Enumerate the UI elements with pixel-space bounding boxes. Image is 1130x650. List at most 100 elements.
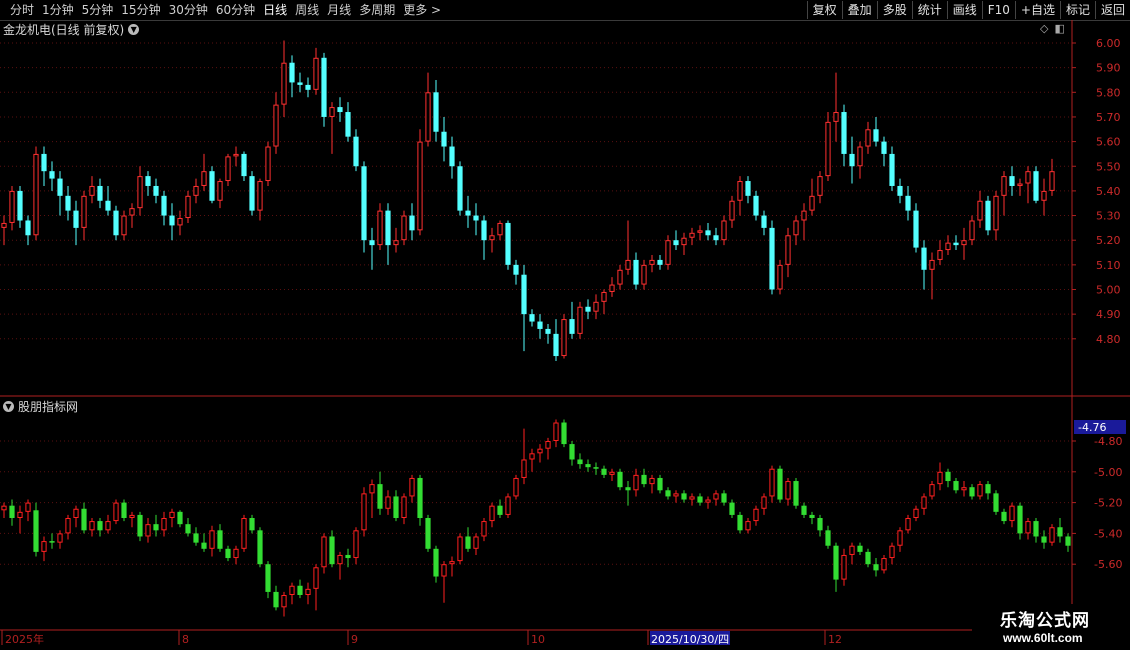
price-candle-body [161,195,167,216]
price-candle-body [641,264,647,285]
indicator-candle-body [833,545,839,580]
indicator-candle-body [569,444,575,460]
indicator-candle-body [329,536,335,565]
y-tick-label: 5.30 [1096,210,1121,223]
indicator-candle-body [521,459,527,478]
indicator-candle-body [393,496,399,518]
indicator-candle-body [281,595,287,608]
price-candle-body [625,259,631,270]
price-candle-body [377,210,383,246]
indicator-candle-body [553,422,559,441]
indicator-candle-body [489,505,495,522]
indicator-candle-body [457,536,463,562]
indicator-candle-body [105,521,111,531]
price-candle-body [953,242,959,246]
indicator-candle-body [289,585,295,596]
price-candle-body [713,235,719,241]
indicator-candle-body [761,496,767,509]
price-candle-body [593,301,599,312]
indicator-candle-body [305,588,311,596]
indicator-candle-body [73,508,79,519]
indicator-candle-body [1033,521,1039,537]
indicator-candle-body [41,541,47,552]
indicator-candle-body [689,496,695,500]
indicator-candle-body [273,591,279,608]
indicator-candle-body [353,530,359,559]
price-candle-body [353,136,359,167]
indicator-candle-body [409,477,415,497]
price-candle-body [193,185,199,196]
indicator-candle-body [889,545,895,559]
price-candle-body [57,178,63,196]
price-candle-body [497,222,503,236]
indicator-candle-body [713,493,719,500]
price-candle-body [1001,176,1007,196]
price-candle-body [241,153,247,177]
indicator-candle-body [1049,527,1055,543]
indicator-candle-body [969,487,975,497]
indicator-candle-body [297,585,303,595]
price-candle-body [753,195,759,216]
indicator-candle-body [121,502,127,518]
indicator-candle-body [97,521,103,531]
price-candle-body [281,62,287,105]
indicator-candle-body [321,536,327,568]
indicator-candle-body [697,496,703,503]
price-candle-body [673,240,679,246]
indicator-candle-body [417,477,423,518]
indicator-candle-body [825,530,831,546]
indicator-candle-body [657,477,663,491]
y-tick-label: 5.60 [1096,136,1121,149]
price-candle-body [97,185,103,201]
indicator-candle-body [425,518,431,549]
indicator-candle-body [545,441,551,449]
indicator-candle-body [673,493,679,497]
price-candle-body [985,200,991,231]
price-candle-body [553,333,559,357]
price-candle-body [1,222,7,228]
price-candle-body [905,195,911,211]
price-candle-body [889,153,895,186]
price-candle-body [801,210,807,221]
y-tick-label: 4.90 [1096,308,1121,321]
indicator-candle-body [881,558,887,571]
indicator-candle-body [961,487,967,491]
price-candle-body [681,237,687,246]
price-candle-body [417,141,423,231]
price-candle-body [545,328,551,334]
price-candle-body [169,215,175,226]
price-candle-body [913,210,919,248]
price-candle-body [65,195,71,211]
price-candle-body [993,195,999,231]
price-candle-body [881,141,887,154]
price-candle-body [441,131,447,147]
price-candle-body [385,210,391,246]
indicator-candle-body [609,471,615,475]
indicator-candle-body [625,487,631,491]
indicator-candle-body [153,524,159,531]
price-candle-body [289,62,295,83]
y-tick-label: 5.10 [1096,259,1121,272]
price-candle-body [689,232,695,238]
indicator-candle-body [993,493,999,512]
indicator-tick-label: -5.60 [1094,558,1122,571]
indicator-candle-body [913,508,919,519]
price-candle-body [577,306,583,334]
indicator-candle-body [801,505,807,515]
price-candle-body [425,92,431,142]
kline-chart[interactable]: 6.00 5.90 5.80 5.70 5.60 5.50 5.40 5.30 5.20 5.10… [0,0,1130,650]
indicator-tick-label: -5.20 [1094,497,1122,510]
price-candle-body [769,227,775,290]
price-candle-body [217,181,223,201]
indicator-candle-body [1025,521,1031,534]
price-candle-body [209,171,215,201]
indicator-candle-body [953,481,959,491]
price-candle-body [81,195,87,228]
indicator-candle-body [113,502,119,522]
price-candle-body [273,104,279,147]
price-candle-body [201,171,207,186]
price-candle-body [489,235,495,241]
price-candle-body [721,220,727,241]
watermark-title: 乐淘公式网 [1000,611,1090,630]
indicator-candle-body [209,530,215,549]
